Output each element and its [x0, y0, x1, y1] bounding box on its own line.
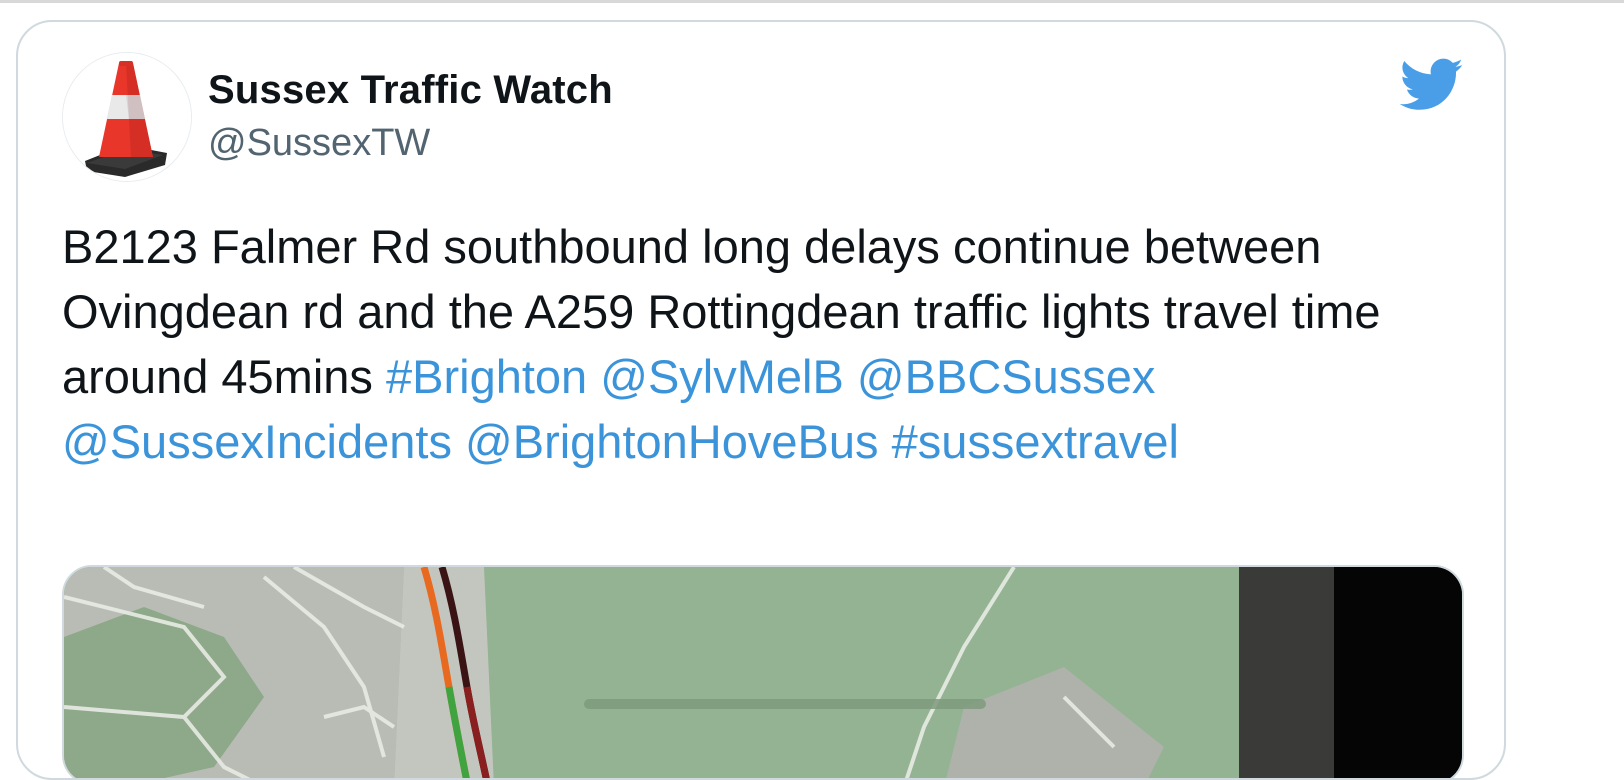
twitter-bird-icon[interactable] — [1400, 58, 1464, 112]
avatar[interactable] — [62, 52, 192, 182]
map-image — [64, 567, 1462, 778]
hashtag-brighton[interactable]: #Brighton — [386, 350, 587, 403]
mention-sylvmelb[interactable]: @SylvMelB — [600, 350, 844, 403]
tweet-card[interactable]: Sussex Traffic Watch @SussexTW B2123 Fal… — [16, 20, 1506, 780]
mention-brightonhovebus[interactable]: @BrightonHoveBus — [465, 415, 878, 468]
display-name[interactable]: Sussex Traffic Watch — [208, 68, 613, 113]
tweet-media-image[interactable] — [62, 565, 1464, 778]
tweet-text: B2123 Falmer Rd southbound long delays c… — [62, 214, 1462, 474]
hashtag-sussextravel[interactable]: #sussextravel — [892, 415, 1179, 468]
mention-sussexincidents[interactable]: @SussexIncidents — [62, 415, 452, 468]
top-divider — [0, 0, 1624, 3]
user-handle[interactable]: @SussexTW — [208, 122, 430, 165]
traffic-cone-icon — [63, 53, 191, 181]
mention-bbcsussex[interactable]: @BBCSussex — [857, 350, 1155, 403]
